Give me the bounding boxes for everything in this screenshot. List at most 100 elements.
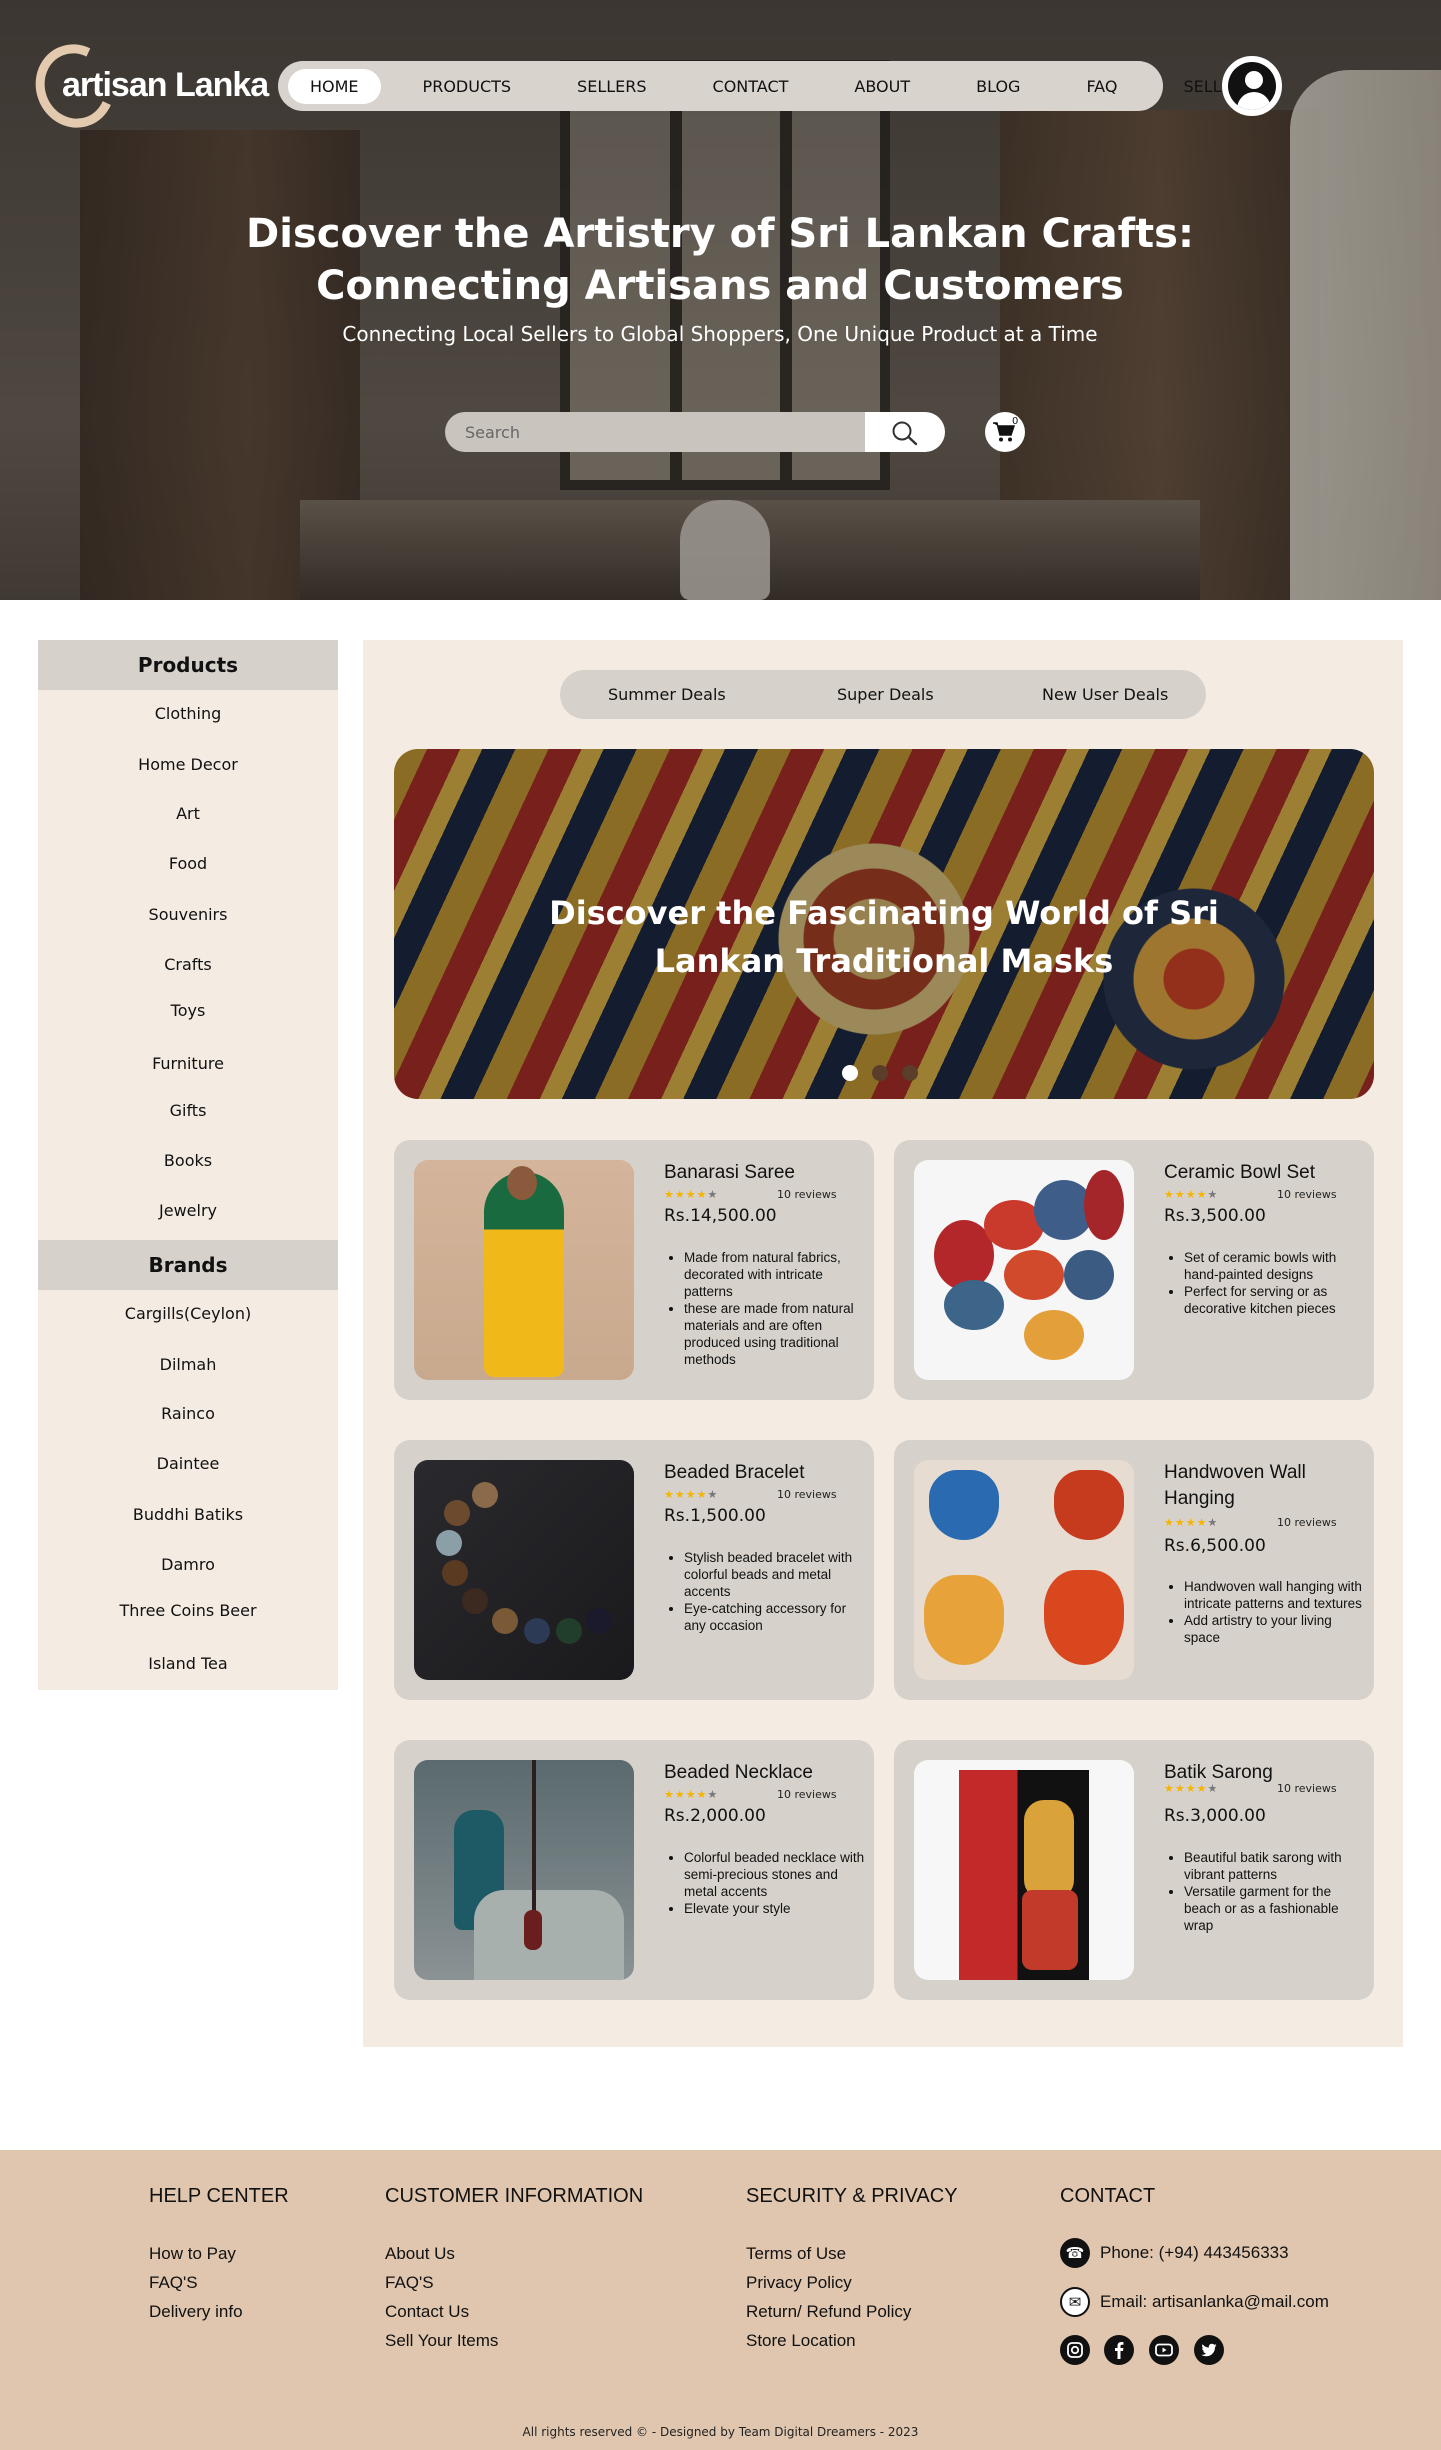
- feature-item: Perfect for serving or as decorative kit…: [1184, 1283, 1369, 1317]
- carousel-dot-2[interactable]: [872, 1065, 888, 1081]
- rating-stars-icon: ★★★★★: [664, 1788, 719, 1801]
- nav-item-contact[interactable]: CONTACT: [691, 69, 811, 104]
- feature-item: Beautiful batik sarong with vibrant patt…: [1184, 1849, 1369, 1883]
- nav-item-sellers[interactable]: SELLERS: [555, 69, 668, 104]
- footer-link-terms-of-use[interactable]: Terms of Use: [746, 2244, 846, 2264]
- footer-link-privacy-policy[interactable]: Privacy Policy: [746, 2273, 852, 2293]
- review-count: 10 reviews: [1277, 1782, 1337, 1795]
- product-card-beaded-bracelet[interactable]: Beaded Bracelet ★★★★★ 10 reviews Rs.1,50…: [394, 1440, 874, 1700]
- sidebar-item-jewelry[interactable]: Jewelry: [38, 1201, 338, 1220]
- nav-item-home[interactable]: HOME: [288, 68, 381, 104]
- product-card-banarasi-saree[interactable]: Banarasi Saree ★★★★★ 10 reviews Rs.14,50…: [394, 1140, 874, 1400]
- nav-item-blog[interactable]: BLOG: [954, 69, 1042, 104]
- product-name[interactable]: Ceramic Bowl Set: [1164, 1160, 1364, 1186]
- sidebar-item-food[interactable]: Food: [38, 854, 338, 873]
- footer-link-refund-policy[interactable]: Return/ Refund Policy: [746, 2302, 911, 2322]
- sidebar-brand-buddhi-batiks[interactable]: Buddhi Batiks: [38, 1505, 338, 1524]
- deals-tabs: Summer Deals Super Deals New User Deals: [560, 670, 1206, 719]
- footer-link-faqs-2[interactable]: FAQ'S: [385, 2273, 434, 2293]
- sidebar-brand-three-coins-beer[interactable]: Three Coins Beer: [38, 1601, 338, 1620]
- tab-super-deals[interactable]: Super Deals: [837, 670, 934, 719]
- footer-link-sell-your-items[interactable]: Sell Your Items: [385, 2331, 498, 2351]
- sidebar-item-crafts[interactable]: Crafts: [38, 955, 338, 974]
- sidebar-item-art[interactable]: Art: [38, 804, 338, 823]
- sidebar-item-clothing[interactable]: Clothing: [38, 704, 338, 723]
- carousel-dot-3[interactable]: [902, 1065, 918, 1081]
- feature-item: Made from natural fabrics, decorated wit…: [684, 1249, 869, 1300]
- nav-item-about[interactable]: ABOUT: [832, 69, 932, 104]
- product-card-ceramic-bowl-set[interactable]: Ceramic Bowl Set ★★★★★ 10 reviews Rs.3,5…: [894, 1140, 1374, 1400]
- search-button[interactable]: [865, 412, 945, 452]
- feature-item: these are made from natural materials an…: [684, 1300, 869, 1368]
- sidebar-brand-rainco[interactable]: Rainco: [38, 1404, 338, 1423]
- sidebar-item-toys[interactable]: Toys: [38, 1001, 338, 1020]
- product-image[interactable]: [414, 1760, 634, 1980]
- instagram-icon[interactable]: [1060, 2335, 1090, 2365]
- footer-link-delivery-info[interactable]: Delivery info: [149, 2302, 243, 2322]
- promo-banner[interactable]: Discover the Fascinating World of Sri La…: [394, 749, 1374, 1099]
- footer-link-store-location[interactable]: Store Location: [746, 2331, 856, 2351]
- sidebar-item-gifts[interactable]: Gifts: [38, 1101, 338, 1120]
- product-card-beaded-necklace[interactable]: Beaded Necklace ★★★★★ 10 reviews Rs.2,00…: [394, 1740, 874, 2000]
- search-icon: [892, 421, 918, 446]
- product-price: Rs.2,000.00: [664, 1806, 766, 1826]
- feature-item: Elevate your style: [684, 1900, 869, 1917]
- feature-item: Eye-catching accessory for any occasion: [684, 1600, 869, 1634]
- products-heading: Products: [38, 640, 338, 690]
- review-count: 10 reviews: [777, 1788, 837, 1801]
- footer-link-contact-us[interactable]: Contact Us: [385, 2302, 469, 2322]
- footer-link-about-us[interactable]: About Us: [385, 2244, 455, 2264]
- product-features: Handwoven wall hanging with intricate pa…: [1184, 1578, 1369, 1646]
- sidebar-item-furniture[interactable]: Furniture: [38, 1054, 338, 1073]
- product-price: Rs.14,500.00: [664, 1206, 777, 1226]
- footer-email[interactable]: Email: artisanlanka@mail.com: [1100, 2292, 1329, 2312]
- twitter-icon[interactable]: [1194, 2335, 1224, 2365]
- feature-item: Stylish beaded bracelet with colorful be…: [684, 1549, 869, 1600]
- brands-heading: Brands: [38, 1240, 338, 1290]
- tab-new-user-deals[interactable]: New User Deals: [1042, 670, 1168, 719]
- footer-security-title: SECURITY & PRIVACY: [746, 2185, 958, 2207]
- tab-summer-deals[interactable]: Summer Deals: [608, 670, 726, 719]
- product-image[interactable]: [414, 1460, 634, 1680]
- nav-item-faq[interactable]: FAQ: [1064, 69, 1139, 104]
- sidebar-item-souvenirs[interactable]: Souvenirs: [38, 905, 338, 924]
- logo-text: artisan Lanka: [62, 66, 269, 104]
- user-avatar-button[interactable]: [1222, 56, 1282, 116]
- product-name[interactable]: Banarasi Saree: [664, 1160, 864, 1186]
- nav-item-products[interactable]: PRODUCTS: [401, 69, 534, 104]
- facebook-icon[interactable]: [1104, 2335, 1134, 2365]
- product-image[interactable]: [914, 1760, 1134, 1980]
- sidebar-item-home-decor[interactable]: Home Decor: [38, 755, 338, 774]
- product-name[interactable]: Beaded Necklace: [664, 1760, 864, 1786]
- search-input[interactable]: [445, 412, 865, 452]
- sidebar-brand-island-tea[interactable]: Island Tea: [38, 1654, 338, 1673]
- cart-button[interactable]: 0: [985, 412, 1025, 452]
- product-image[interactable]: [414, 1160, 634, 1380]
- footer-phone[interactable]: Phone: (+94) 443456333: [1100, 2243, 1289, 2263]
- feature-item: Colorful beaded necklace with semi-preci…: [684, 1849, 869, 1900]
- footer-link-how-to-pay[interactable]: How to Pay: [149, 2244, 236, 2264]
- sidebar-item-books[interactable]: Books: [38, 1151, 338, 1170]
- footer-link-faqs[interactable]: FAQ'S: [149, 2273, 198, 2293]
- product-card-batik-sarong[interactable]: Batik Sarong ★★★★★ 10 reviews Rs.3,000.0…: [894, 1740, 1374, 2000]
- sidebar-brand-daintee[interactable]: Daintee: [38, 1454, 338, 1473]
- sidebar-brand-damro[interactable]: Damro: [38, 1555, 338, 1574]
- product-image[interactable]: [914, 1460, 1134, 1680]
- youtube-icon[interactable]: [1149, 2335, 1179, 2365]
- product-card-handwoven-wall-hanging[interactable]: Handwoven Wall Hanging ★★★★★ 10 reviews …: [894, 1440, 1374, 1700]
- product-image[interactable]: [914, 1160, 1134, 1380]
- product-price: Rs.6,500.00: [1164, 1536, 1266, 1556]
- footer-customer-info-title: CUSTOMER INFORMATION: [385, 2185, 644, 2207]
- sidebar-brand-dilmah[interactable]: Dilmah: [38, 1355, 338, 1374]
- sidebar-brand-cargills[interactable]: Cargills(Ceylon): [38, 1304, 338, 1323]
- email-icon: ✉: [1060, 2287, 1090, 2317]
- footer-help-center-title: HELP CENTER: [149, 2185, 289, 2207]
- carousel-dot-1[interactable]: [842, 1065, 858, 1081]
- brand-logo[interactable]: artisan Lanka: [23, 33, 269, 139]
- product-name[interactable]: Beaded Bracelet: [664, 1460, 864, 1486]
- hero-section: artisan Lanka HOME PRODUCTS SELLERS CONT…: [0, 0, 1441, 600]
- product-features: Beautiful batik sarong with vibrant patt…: [1184, 1849, 1369, 1934]
- review-count: 10 reviews: [777, 1188, 837, 1201]
- product-name[interactable]: Handwoven Wall Hanging: [1164, 1460, 1364, 1512]
- product-price: Rs.1,500.00: [664, 1506, 766, 1526]
